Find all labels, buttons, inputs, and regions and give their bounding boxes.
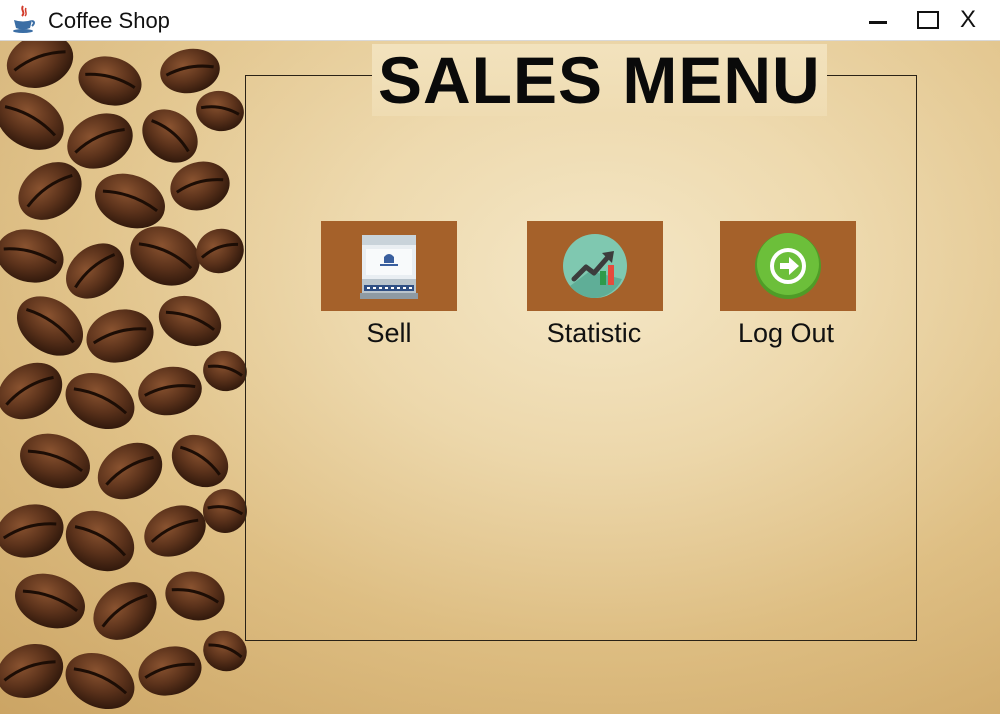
- coffee-bean: [78, 56, 142, 106]
- coffee-bean: [66, 243, 124, 299]
- close-icon: X: [959, 6, 976, 33]
- maximize-button[interactable]: [910, 4, 946, 36]
- coffee-bean: [0, 362, 63, 420]
- sales-menu-panel: [245, 75, 917, 641]
- logout-arrow-icon: [755, 233, 821, 299]
- coffee-bean: [0, 504, 64, 558]
- coffee-bean: [0, 229, 64, 283]
- close-button[interactable]: X: [950, 4, 986, 36]
- coffee-bean: [65, 510, 135, 572]
- coffee-bean: [6, 41, 74, 89]
- coffee-bean: [0, 643, 64, 699]
- coffee-bean: [203, 350, 247, 392]
- coffee-bean: [138, 366, 202, 416]
- maximize-icon: [917, 11, 939, 29]
- coffee-bean: [170, 161, 230, 211]
- logout-button[interactable]: [720, 221, 856, 311]
- coffee-bean: [196, 228, 244, 274]
- coffee-bean: [165, 571, 225, 621]
- minimize-button[interactable]: [860, 4, 896, 36]
- coffee-bean: [138, 646, 202, 696]
- sell-label: Sell: [366, 318, 412, 348]
- coffee-bean: [97, 442, 163, 500]
- window-title: Coffee Shop: [48, 8, 170, 33]
- coffee-bean: [160, 48, 220, 94]
- logout-label: Log Out: [737, 318, 835, 348]
- coffee-beans-image: [0, 41, 247, 710]
- cash-register-icon: [360, 235, 418, 299]
- chart-trend-icon: [563, 234, 627, 298]
- coffee-bean: [144, 505, 206, 557]
- panel-title: SALES MENU: [372, 44, 827, 116]
- sell-button[interactable]: [321, 221, 457, 311]
- coffee-bean: [171, 434, 229, 488]
- coffee-bean: [65, 652, 135, 710]
- coffee-bean: [203, 630, 247, 672]
- coffee-bean: [196, 90, 244, 132]
- minimize-icon: [869, 20, 887, 24]
- coffee-bean: [0, 92, 64, 150]
- coffee-bean: [20, 433, 90, 489]
- coffee-bean: [93, 582, 157, 640]
- coffee-bean: [203, 489, 247, 533]
- statistic-button[interactable]: [527, 221, 663, 311]
- coffee-bean: [158, 295, 222, 347]
- statistic-label: Statistic: [546, 318, 642, 348]
- coffee-bean: [86, 309, 154, 363]
- title-bar: Coffee Shop X: [0, 0, 1000, 41]
- java-cup-icon: [13, 5, 35, 33]
- coffee-bean: [15, 573, 85, 629]
- app-window: Coffee Shop X SALES MENU Sell Statistic …: [0, 0, 1000, 714]
- coffee-bean: [65, 372, 135, 430]
